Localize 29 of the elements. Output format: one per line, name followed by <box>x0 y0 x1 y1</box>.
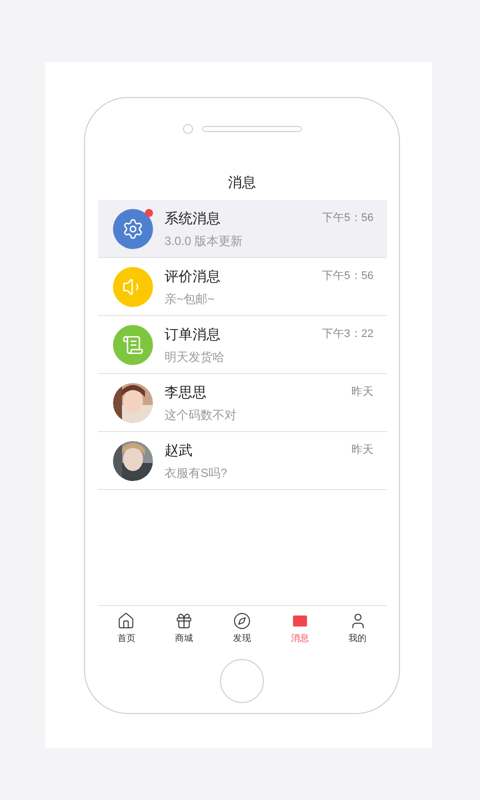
tab-button[interactable]: 发现 <box>216 612 267 646</box>
message-time: 昨天 <box>352 442 374 458</box>
message-preview: 这个码数不对 <box>164 406 238 424</box>
message-preview: 衣服有S吗? <box>164 464 228 482</box>
sender-name: 李思思 <box>164 382 206 402</box>
camera-icon <box>182 124 192 134</box>
message-time: 昨天 <box>352 384 374 400</box>
scroll-icon <box>122 334 144 356</box>
tab-button[interactable]: 我的 <box>332 612 383 646</box>
message-time: 下午5：56 <box>322 268 374 284</box>
gift-icon <box>175 612 194 630</box>
home-button[interactable] <box>220 659 264 703</box>
sender-name: 评价消息 <box>164 266 220 286</box>
home-icon <box>117 612 136 630</box>
sender-name: 赵武 <box>164 440 192 460</box>
screen-title: 消息 <box>227 173 257 192</box>
tab-button[interactable]: 消息 <box>274 612 325 646</box>
message-preview: 亲~包邮~ <box>164 290 216 308</box>
message-preview: 明天发货哈 <box>164 348 226 366</box>
settings-icon <box>122 218 144 240</box>
message-time: 下午3：22 <box>322 326 374 342</box>
message-item[interactable]: 系统消息 下午5：56 3.0.0 版本更新 <box>98 200 386 258</box>
tab-button[interactable]: 商城 <box>159 612 210 646</box>
tab-button[interactable]: 首页 <box>101 612 152 646</box>
sender-name: 系统消息 <box>164 208 220 228</box>
sender-name: 订单消息 <box>164 324 220 344</box>
compass-icon <box>232 612 251 630</box>
message-preview: 3.0.0 版本更新 <box>164 232 244 250</box>
message-time: 下午5：56 <box>322 210 374 226</box>
